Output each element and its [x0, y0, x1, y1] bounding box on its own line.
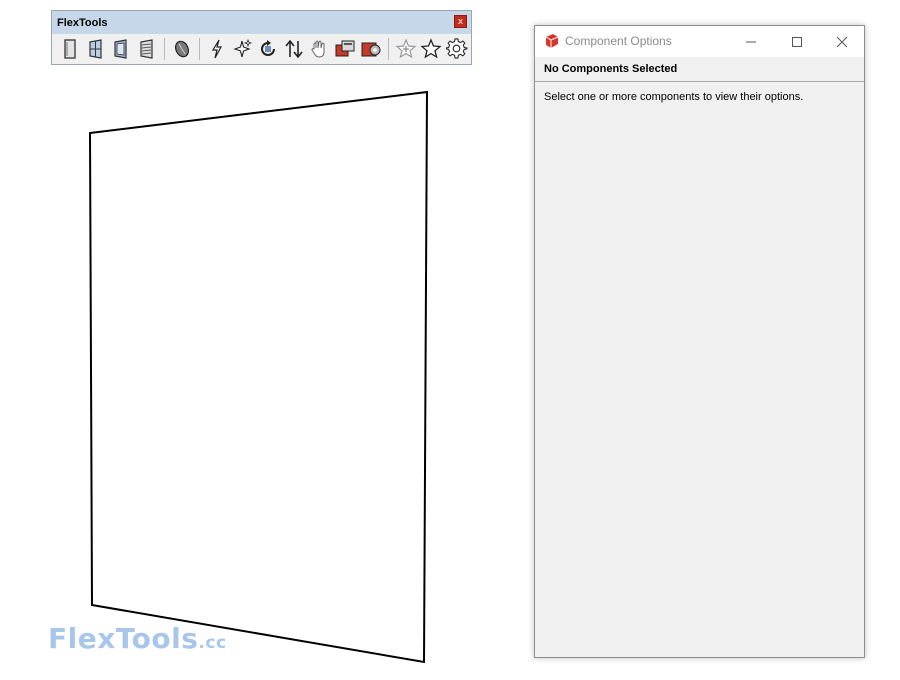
door-icon[interactable]	[58, 37, 82, 61]
close-icon	[836, 36, 848, 47]
empty-state-message: Select one or more components to view th…	[544, 91, 804, 103]
flextools-toolbar: FlexTools x	[51, 10, 472, 65]
swap-icon[interactable]	[282, 37, 306, 61]
window-title: Component Options	[565, 34, 672, 48]
hand-icon[interactable]	[308, 37, 332, 61]
toolbar-separator	[163, 38, 165, 60]
sparkles-icon[interactable]	[230, 37, 254, 61]
settings-component-icon[interactable]	[359, 37, 383, 61]
sketchup-logo-icon	[545, 34, 559, 48]
component-options-window: Component Options No Components Selected…	[534, 25, 865, 658]
gear-icon[interactable]	[445, 37, 469, 61]
maximize-icon	[792, 36, 802, 47]
close-button[interactable]	[819, 26, 865, 57]
brand-main: FlexTools	[48, 622, 199, 655]
refresh-icon[interactable]	[256, 37, 280, 61]
star-add-icon[interactable]	[394, 37, 418, 61]
window-icon[interactable]	[84, 37, 108, 61]
maximize-button[interactable]	[774, 26, 820, 57]
toolbar-titlebar[interactable]: FlexTools x	[52, 11, 471, 34]
star-icon[interactable]	[420, 37, 444, 61]
minimize-icon	[746, 41, 756, 42]
window-frame-icon[interactable]	[109, 37, 133, 61]
minimize-button[interactable]	[728, 26, 774, 57]
rectangle-face[interactable]	[88, 90, 429, 664]
component-icon[interactable]	[333, 37, 357, 61]
sketchup-viewport[interactable]: FlexTools x Component Options No Compone…	[0, 0, 900, 680]
window-titlebar[interactable]: Component Options	[535, 26, 864, 57]
toolbar-title: FlexTools	[57, 16, 108, 29]
lightning-icon[interactable]	[205, 37, 229, 61]
toolbar-row	[52, 34, 471, 64]
brand-suffix: .cc	[198, 633, 227, 653]
material-icon[interactable]	[170, 37, 194, 61]
toolbar-separator	[198, 38, 200, 60]
louver-icon[interactable]	[135, 37, 159, 61]
toolbar-separator	[387, 38, 389, 60]
toolbar-close-button[interactable]: x	[454, 15, 467, 28]
flextools-logo: FlexTools.cc	[48, 622, 227, 655]
selection-header: No Components Selected	[535, 57, 864, 82]
